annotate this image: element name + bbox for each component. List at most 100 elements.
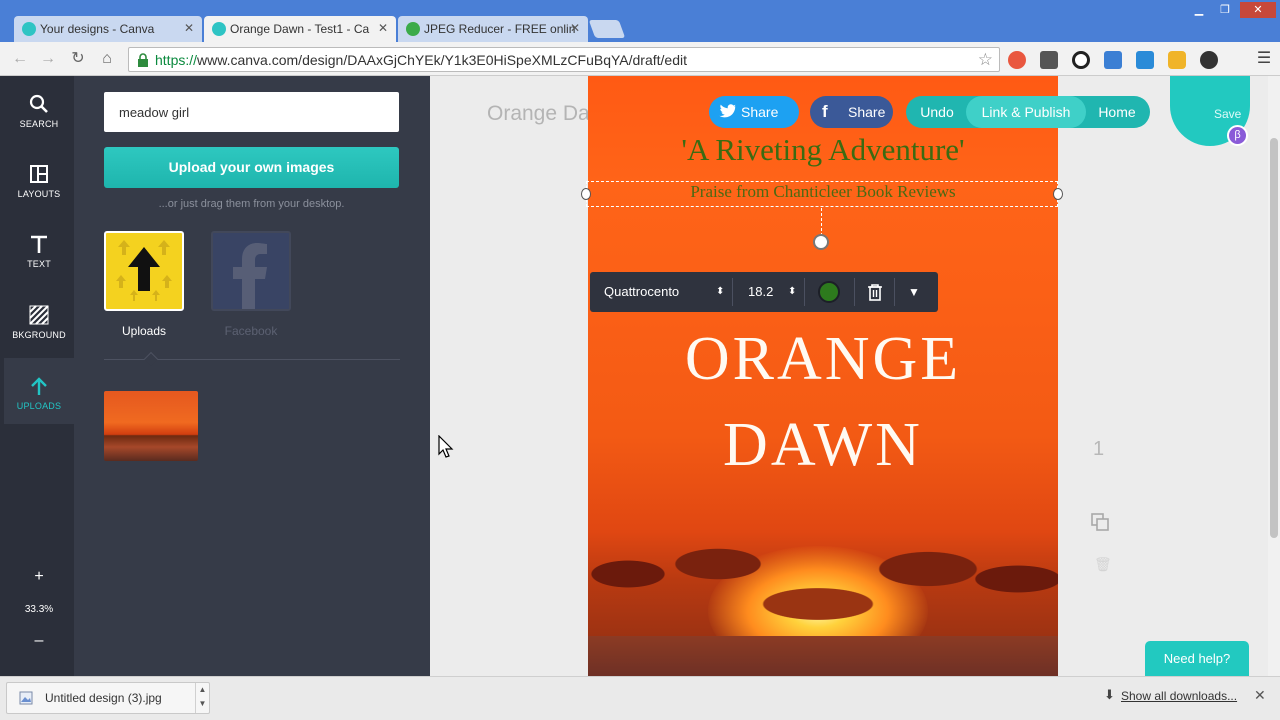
- zoom-level: 33.3%: [24, 604, 54, 615]
- tab-close-icon[interactable]: ✕: [184, 21, 194, 35]
- home-icon[interactable]: ⌂: [97, 49, 117, 69]
- layouts-icon: [30, 165, 48, 183]
- uploads-source-tile[interactable]: [104, 231, 184, 311]
- show-all-downloads-link[interactable]: Show all downloads...: [1121, 689, 1237, 703]
- tab-close-icon[interactable]: ✕: [570, 21, 580, 35]
- design-tagline-text[interactable]: 'A Riveting Adventure': [588, 132, 1058, 168]
- mouse-cursor-icon: [438, 435, 454, 458]
- extension-icon[interactable]: [1136, 51, 1154, 69]
- share-facebook-button[interactable]: f Share: [810, 96, 893, 128]
- back-icon[interactable]: ←: [10, 49, 30, 69]
- search-icon: [29, 94, 48, 113]
- resize-handle-right[interactable]: [1053, 188, 1063, 200]
- uploaded-image-thumbnail[interactable]: [104, 391, 198, 461]
- duplicate-page-icon[interactable]: [1090, 512, 1110, 532]
- font-size-select[interactable]: 18.2: [748, 272, 773, 312]
- facebook-f-icon: f: [822, 102, 828, 121]
- tab-orange-dawn[interactable]: Orange Dawn - Test1 - Ca ✕: [204, 16, 396, 42]
- minimize-icon[interactable]: ▁: [1186, 2, 1212, 18]
- resize-handle-left[interactable]: [581, 188, 591, 200]
- tab-title: Your designs - Canva: [40, 22, 155, 36]
- rail-item-search[interactable]: SEARCH: [4, 76, 74, 142]
- bookmark-star-icon[interactable]: ☆: [978, 50, 993, 70]
- address-bar[interactable]: https://www.canva.com/design/DAAxGjChYEk…: [128, 47, 1000, 72]
- download-options-chevron-icon[interactable]: ▲ ▼: [195, 683, 209, 713]
- home-button[interactable]: Home: [1086, 96, 1148, 128]
- download-item[interactable]: Untitled design (3).jpg ▲ ▼: [6, 682, 210, 714]
- source-label-facebook: Facebook: [224, 324, 278, 338]
- publish-actions-group: Undo Link & Publish Home: [906, 96, 1150, 128]
- undo-button[interactable]: Undo: [906, 96, 968, 128]
- share-twitter-button[interactable]: Share: [709, 96, 799, 128]
- tab-jpeg-reducer[interactable]: JPEG Reducer - FREE onlin ✕: [398, 16, 588, 42]
- text-color-swatch[interactable]: [818, 281, 840, 303]
- extension-icon[interactable]: [1008, 51, 1026, 69]
- downloads-bar: Untitled design (3).jpg ▲ ▼ ⬇ Show all do…: [0, 676, 1280, 720]
- font-chevron-icon[interactable]: ⬍: [716, 272, 724, 312]
- workspace-scrollbar[interactable]: [1268, 76, 1280, 676]
- text-icon: [31, 235, 47, 253]
- delete-page-icon[interactable]: 🗑: [1094, 556, 1112, 573]
- rail-item-uploads[interactable]: UPLOADS: [4, 358, 74, 424]
- design-title-text[interactable]: ORANGE DAWN: [588, 316, 1058, 488]
- save-label: Save: [1214, 107, 1242, 121]
- rail-label: TEXT: [27, 259, 51, 269]
- new-tab-button[interactable]: [588, 20, 626, 38]
- reload-icon[interactable]: ↻: [68, 49, 88, 69]
- rail-item-background[interactable]: BKGROUND: [4, 287, 74, 353]
- extension-icon[interactable]: [1072, 51, 1090, 69]
- upload-images-button[interactable]: Upload your own images: [104, 147, 399, 188]
- canva-favicon-icon: [22, 22, 36, 36]
- tab-title: Orange Dawn - Test1 - Ca: [230, 22, 370, 36]
- design-page[interactable]: 'A Riveting Adventure' Praise from Chant…: [588, 76, 1058, 676]
- upload-icon: [31, 377, 47, 395]
- close-downloads-bar-icon[interactable]: ✕: [1254, 687, 1266, 704]
- download-file-name: Untitled design (3).jpg: [45, 691, 162, 705]
- link-publish-button[interactable]: Link & Publish: [966, 96, 1086, 128]
- share-twitter-label: Share: [741, 104, 779, 120]
- editor-left-rail: SEARCH LAYOUTS TEXT BKGROUND UPLOADS + 3…: [0, 76, 74, 676]
- facebook-icon: [233, 243, 267, 309]
- rail-label: SEARCH: [19, 119, 59, 129]
- tab-close-icon[interactable]: ✕: [378, 21, 388, 35]
- need-help-button[interactable]: Need help?: [1145, 641, 1249, 677]
- extension-icon[interactable]: [1040, 51, 1058, 69]
- delete-trash-icon[interactable]: [867, 283, 883, 301]
- rail-label: BKGROUND: [12, 330, 66, 340]
- jpeg-reducer-favicon-icon: [406, 22, 420, 36]
- twitter-icon: [719, 104, 736, 118]
- window-close-icon[interactable]: ✕: [1240, 2, 1276, 18]
- search-input[interactable]: [104, 92, 399, 132]
- extension-icon[interactable]: [1104, 51, 1122, 69]
- image-file-icon: [19, 691, 33, 705]
- canva-favicon-icon: [212, 22, 226, 36]
- text-selection-box: [586, 181, 1058, 207]
- facebook-source-tile[interactable]: [211, 231, 291, 311]
- extension-icon[interactable]: [1168, 51, 1186, 69]
- more-options-chevron-icon[interactable]: ▼: [908, 272, 920, 312]
- tab-your-designs[interactable]: Your designs - Canva ✕: [14, 16, 202, 42]
- zoom-out-button[interactable]: –: [28, 630, 50, 652]
- uploads-panel: Upload your own images ...or just drag t…: [74, 76, 430, 676]
- chrome-menu-icon[interactable]: ☰: [1254, 49, 1274, 69]
- scrollbar-thumb[interactable]: [1270, 138, 1278, 538]
- canvas-workspace: Orange Dawn - Test1 'A Riveting Adventur…: [430, 76, 1268, 676]
- font-family-select[interactable]: Quattrocento: [604, 272, 679, 312]
- restore-icon[interactable]: ❐: [1212, 2, 1238, 18]
- forward-icon[interactable]: →: [38, 49, 58, 69]
- url-path: www.canva.com/design/DAAxGjChYEk/Y1k3E0H…: [197, 52, 687, 68]
- size-chevron-icon[interactable]: ⬍: [788, 272, 796, 312]
- download-arrow-icon: ⬇: [1104, 687, 1115, 702]
- toolbar-divider: [804, 278, 805, 306]
- toolbar-divider: [894, 278, 895, 306]
- rail-item-layouts[interactable]: LAYOUTS: [4, 146, 74, 212]
- lock-icon: [138, 53, 148, 67]
- extension-icon[interactable]: [1200, 51, 1218, 69]
- rail-item-text[interactable]: TEXT: [4, 216, 74, 282]
- zoom-in-button[interactable]: +: [28, 566, 50, 588]
- text-format-toolbar: Quattrocento ⬍ 18.2 ⬍ ▼: [590, 272, 938, 312]
- rotate-handle[interactable]: [813, 234, 829, 250]
- uploads-arrow-icon: [116, 240, 172, 301]
- share-facebook-label: Share: [848, 104, 886, 120]
- url-scheme: https://: [155, 52, 198, 68]
